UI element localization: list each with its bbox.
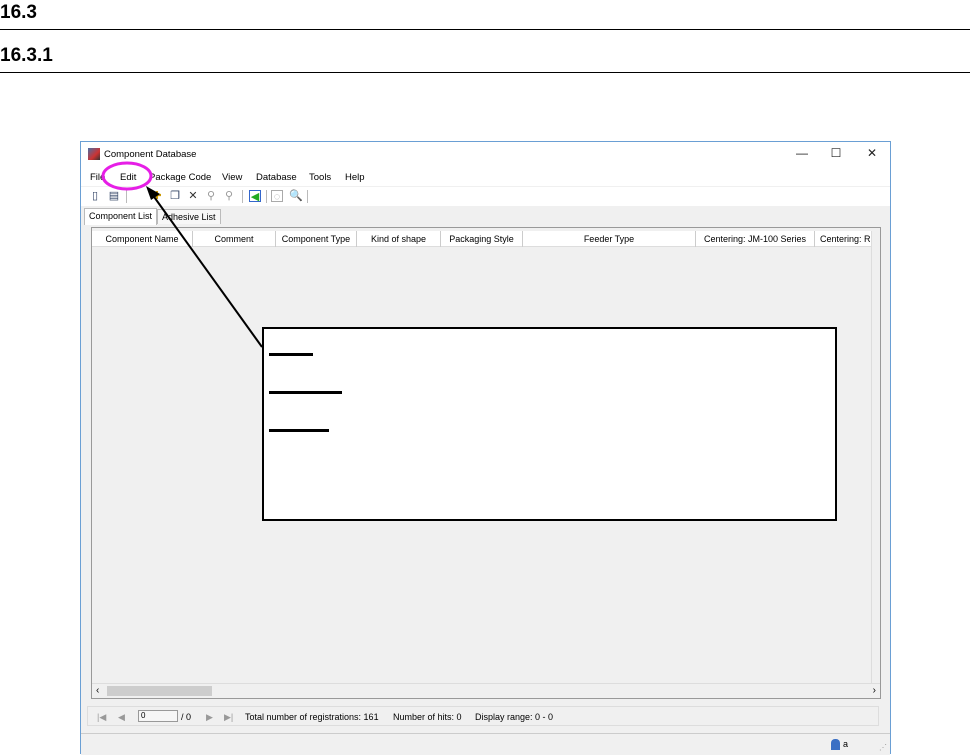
refresh-icon[interactable]: ◌ bbox=[271, 190, 283, 203]
column-header[interactable]: Feeder Type bbox=[523, 231, 696, 247]
column-header[interactable]: Comment bbox=[193, 231, 276, 247]
delete-icon[interactable]: ✕ bbox=[187, 190, 199, 202]
menu-help[interactable]: Help bbox=[345, 172, 365, 183]
resize-grip-icon[interactable]: ⋰ bbox=[879, 743, 887, 752]
tab-component-list[interactable]: Component List bbox=[84, 208, 158, 225]
title-bar: Component Database — ☐ ✕ bbox=[81, 142, 890, 166]
callout-line bbox=[269, 429, 329, 432]
scroll-left-icon[interactable]: ‹ bbox=[96, 685, 99, 696]
grid-header: Component Name Comment Component Type Ki… bbox=[92, 231, 872, 247]
status-bar: a ⋰ bbox=[81, 733, 890, 755]
copy-icon[interactable]: ❐ bbox=[169, 190, 181, 202]
add-icon[interactable]: ✚ bbox=[151, 190, 163, 202]
number-of-hits: Number of hits: 0 bbox=[393, 712, 462, 722]
prev-page-icon[interactable]: ◀ bbox=[118, 712, 125, 723]
horizontal-scrollbar[interactable]: ‹ › bbox=[92, 683, 880, 698]
minimize-button[interactable]: — bbox=[787, 146, 817, 162]
print-icon[interactable]: ▤ bbox=[108, 190, 120, 202]
page-total: / 0 bbox=[181, 712, 192, 722]
new-icon[interactable]: ▯ bbox=[89, 190, 101, 202]
last-page-icon[interactable]: ▶| bbox=[224, 712, 233, 723]
callout-box bbox=[262, 327, 837, 521]
navigation-bar: |◀ ◀ 0 / 0 ▶ ▶| Total number of registra… bbox=[87, 706, 879, 726]
preview-icon[interactable]: 🔍 bbox=[289, 190, 303, 202]
menu-bar: File Edit Package Code View Database Too… bbox=[81, 166, 890, 186]
column-header[interactable]: Centering: JM-100 Series bbox=[696, 231, 815, 247]
column-header[interactable]: Centering: RS- bbox=[815, 231, 872, 247]
menu-database[interactable]: Database bbox=[256, 172, 297, 183]
window-title: Component Database bbox=[104, 149, 197, 160]
display-range: Display range: 0 - 0 bbox=[475, 712, 554, 722]
menu-view[interactable]: View bbox=[222, 172, 242, 183]
column-header[interactable]: Packaging Style bbox=[441, 231, 523, 247]
find-next-icon[interactable]: ⚲ bbox=[223, 190, 235, 202]
column-header[interactable]: Kind of shape bbox=[357, 231, 441, 247]
total-registrations: Total number of registrations: 161 bbox=[245, 712, 379, 722]
toolbar: ▯ ▤ ✚ ❐ ✕ ⚲ ⚲ ◀ ◌ 🔍 bbox=[81, 187, 890, 206]
close-button[interactable]: ✕ bbox=[857, 146, 887, 162]
app-icon bbox=[88, 148, 100, 160]
import-icon[interactable]: ◀ bbox=[249, 190, 261, 203]
first-page-icon[interactable]: |◀ bbox=[97, 712, 106, 723]
scroll-right-icon[interactable]: › bbox=[873, 685, 876, 696]
user-name: a bbox=[843, 739, 849, 749]
find-icon[interactable]: ⚲ bbox=[205, 190, 217, 202]
vertical-scrollbar[interactable] bbox=[871, 231, 880, 683]
page-input[interactable]: 0 bbox=[138, 710, 178, 722]
tab-adhesive-list[interactable]: Adhesive List bbox=[157, 209, 221, 224]
separator bbox=[266, 190, 267, 203]
user-icon bbox=[831, 739, 840, 750]
callout-line bbox=[269, 353, 313, 356]
menu-file[interactable]: File bbox=[90, 172, 105, 183]
maximize-button[interactable]: ☐ bbox=[821, 146, 851, 162]
column-header[interactable]: Component Name bbox=[92, 231, 193, 247]
separator bbox=[126, 190, 127, 203]
menu-edit[interactable]: Edit bbox=[120, 172, 136, 183]
menu-tools[interactable]: Tools bbox=[309, 172, 331, 183]
next-page-icon[interactable]: ▶ bbox=[206, 712, 213, 723]
menu-package-code[interactable]: Package Code bbox=[149, 172, 211, 183]
scrollbar-thumb[interactable] bbox=[107, 686, 212, 696]
section-heading: 16.3 bbox=[0, 2, 970, 30]
separator bbox=[242, 190, 243, 203]
column-header[interactable]: Component Type bbox=[276, 231, 357, 247]
subsection-heading: 16.3.1 bbox=[0, 45, 970, 73]
callout-line bbox=[269, 391, 342, 394]
separator bbox=[307, 190, 308, 203]
